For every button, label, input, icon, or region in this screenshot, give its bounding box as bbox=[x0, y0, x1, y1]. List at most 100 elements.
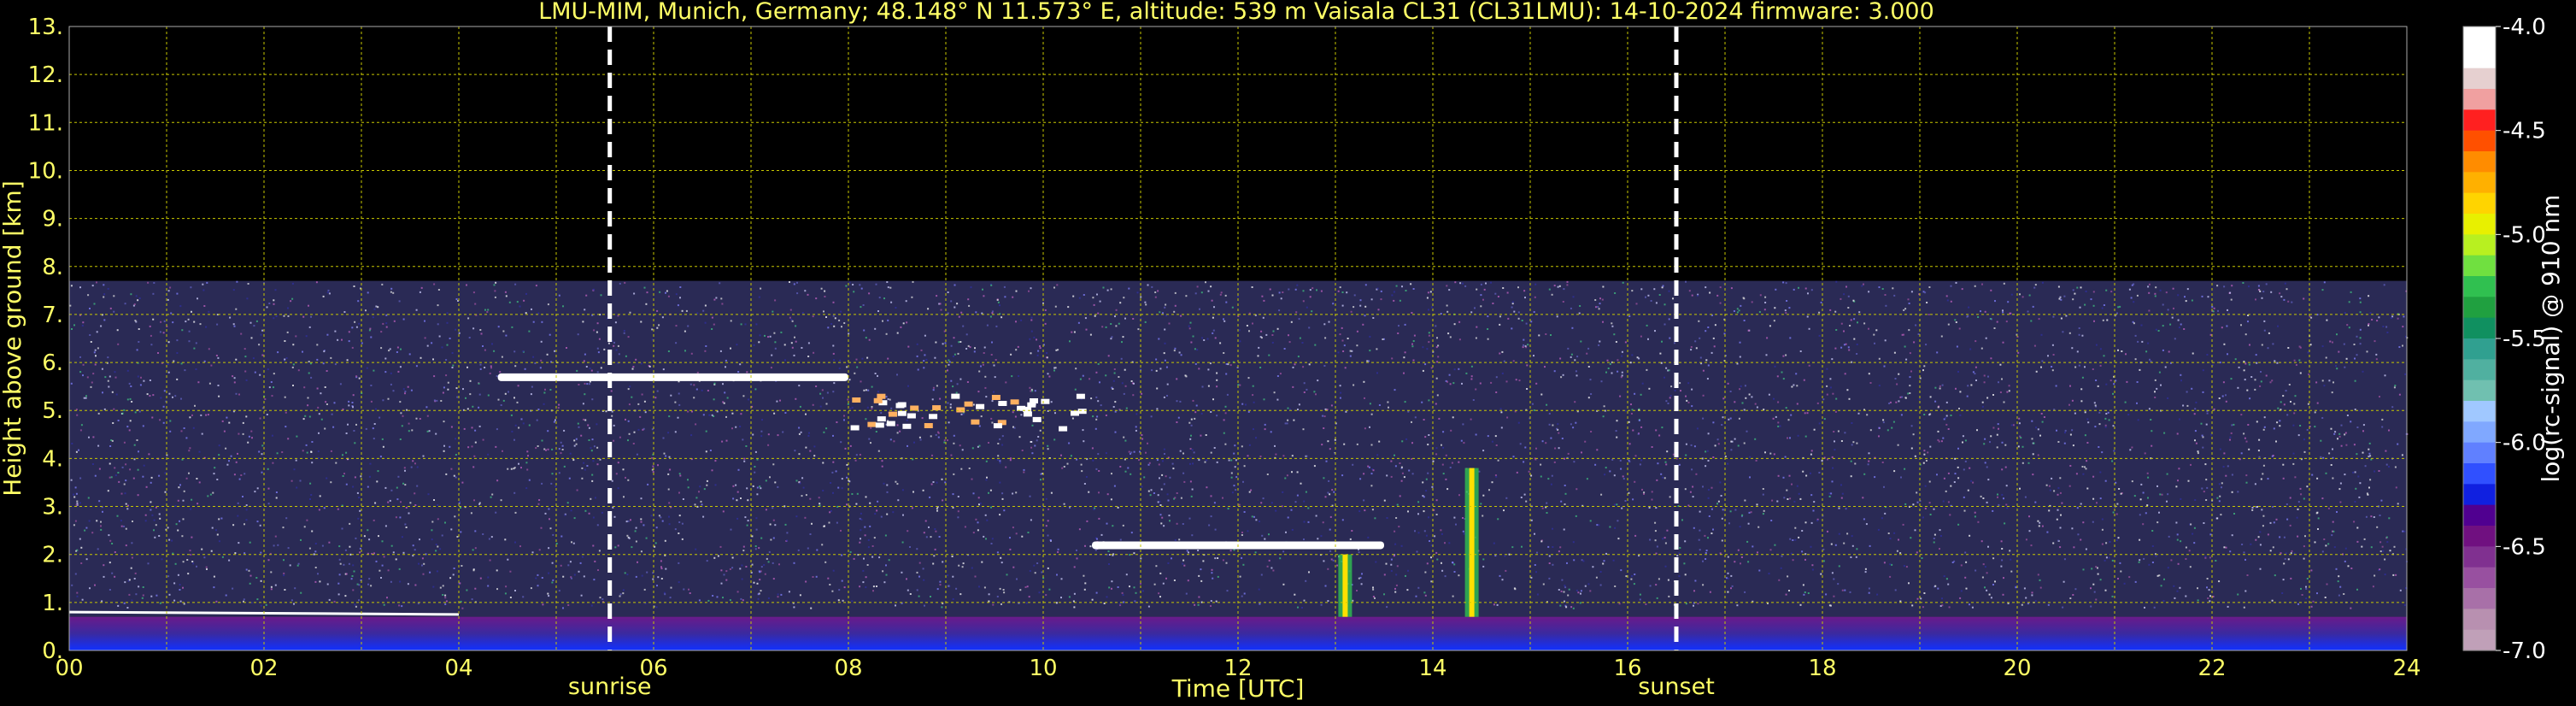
noise-speck bbox=[2143, 557, 2145, 560]
noise-speck bbox=[2209, 595, 2211, 597]
noise-speck bbox=[2175, 485, 2178, 488]
noise-speck bbox=[235, 392, 238, 395]
noise-speck bbox=[452, 364, 455, 367]
noise-speck bbox=[2150, 419, 2152, 421]
noise-speck bbox=[1992, 427, 1995, 429]
noise-speck bbox=[2335, 568, 2338, 570]
noise-speck bbox=[883, 482, 885, 485]
noise-speck bbox=[1655, 429, 1658, 432]
noise-speck bbox=[1358, 551, 1360, 554]
noise-speck bbox=[1295, 311, 1298, 314]
noise-speck bbox=[1951, 562, 1954, 563]
noise-speck bbox=[575, 438, 578, 440]
noise-speck bbox=[207, 495, 209, 497]
noise-speck bbox=[304, 415, 307, 417]
noise-speck bbox=[1929, 396, 1932, 398]
noise-speck bbox=[919, 438, 922, 441]
noise-speck bbox=[1194, 411, 1197, 414]
noise-speck bbox=[215, 600, 218, 603]
noise-speck bbox=[1224, 405, 1227, 408]
noise-speck bbox=[150, 334, 152, 337]
noise-speck bbox=[358, 584, 361, 586]
noise-speck bbox=[641, 393, 643, 396]
noise-speck bbox=[2340, 444, 2343, 447]
noise-speck bbox=[2165, 291, 2168, 294]
noise-speck bbox=[2284, 282, 2286, 285]
noise-speck bbox=[516, 401, 519, 403]
noise-speck bbox=[237, 452, 238, 455]
noise-speck bbox=[1622, 478, 1625, 480]
noise-speck bbox=[760, 487, 762, 490]
noise-speck bbox=[667, 473, 670, 475]
noise-speck bbox=[1889, 563, 1892, 566]
noise-speck bbox=[924, 520, 927, 522]
noise-speck bbox=[2105, 556, 2108, 559]
noise-speck bbox=[1076, 549, 1077, 551]
noise-speck bbox=[938, 536, 941, 538]
noise-speck bbox=[300, 538, 302, 541]
noise-speck bbox=[1875, 329, 1878, 332]
noise-speck bbox=[684, 330, 686, 332]
noise-speck bbox=[2010, 570, 2013, 573]
noise-speck bbox=[1958, 327, 1961, 330]
noise-speck bbox=[96, 520, 98, 522]
noise-speck bbox=[1108, 586, 1111, 589]
noise-speck bbox=[251, 437, 253, 439]
noise-speck bbox=[832, 569, 835, 572]
noise-speck bbox=[2148, 309, 2151, 312]
noise-speck bbox=[1123, 436, 1125, 438]
noise-speck bbox=[1967, 489, 1969, 491]
noise-speck bbox=[2146, 504, 2149, 507]
noise-speck bbox=[1599, 297, 1601, 300]
noise-speck bbox=[1084, 582, 1087, 585]
noise-speck bbox=[1923, 450, 1926, 452]
noise-speck bbox=[1125, 574, 1128, 576]
noise-speck bbox=[2116, 312, 2118, 315]
noise-speck bbox=[1311, 310, 1313, 313]
noise-speck bbox=[1757, 526, 1760, 528]
noise-speck bbox=[2156, 387, 2158, 390]
noise-speck bbox=[348, 562, 350, 565]
noise-speck bbox=[1053, 286, 1055, 289]
noise-speck bbox=[275, 497, 278, 499]
noise-speck bbox=[2344, 432, 2347, 434]
noise-speck bbox=[130, 385, 132, 387]
noise-speck bbox=[358, 497, 361, 499]
noise-speck bbox=[2383, 284, 2385, 286]
noise-speck bbox=[1892, 421, 1895, 423]
noise-speck bbox=[1737, 444, 1740, 447]
noise-speck bbox=[1393, 291, 1395, 293]
noise-speck bbox=[180, 430, 183, 432]
noise-speck bbox=[76, 414, 79, 416]
noise-speck bbox=[2238, 366, 2240, 368]
noise-speck bbox=[1564, 485, 1566, 486]
noise-speck bbox=[625, 476, 626, 479]
noise-speck bbox=[1294, 501, 1297, 503]
noise-speck bbox=[947, 369, 948, 372]
noise-speck bbox=[2076, 286, 2079, 289]
noise-speck bbox=[532, 356, 535, 358]
noise-speck bbox=[2134, 358, 2137, 361]
noise-speck bbox=[2374, 574, 2376, 577]
noise-speck bbox=[1449, 383, 1452, 385]
noise-speck bbox=[2205, 423, 2208, 426]
noise-speck bbox=[345, 483, 348, 485]
noise-speck bbox=[345, 451, 348, 454]
noise-speck bbox=[798, 385, 801, 387]
noise-speck bbox=[1074, 388, 1077, 391]
noise-speck bbox=[2184, 296, 2186, 298]
noise-speck bbox=[373, 519, 375, 521]
noise-speck bbox=[1741, 514, 1744, 516]
noise-speck bbox=[1641, 382, 1644, 385]
noise-speck bbox=[1399, 462, 1401, 464]
noise-speck bbox=[868, 292, 871, 295]
noise-speck bbox=[1364, 315, 1366, 317]
noise-speck bbox=[860, 306, 862, 309]
noise-speck bbox=[82, 363, 85, 366]
noise-speck bbox=[1684, 574, 1687, 576]
noise-speck bbox=[2282, 395, 2285, 397]
noise-speck bbox=[2059, 477, 2062, 479]
noise-speck bbox=[133, 458, 136, 461]
noise-speck bbox=[880, 515, 883, 518]
noise-speck bbox=[1352, 599, 1354, 602]
